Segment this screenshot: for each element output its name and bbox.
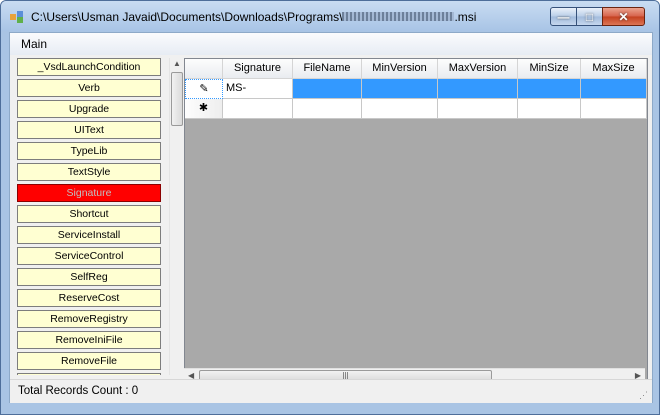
menu-bar: Main (10, 33, 652, 55)
client-area: Main _VsdLaunchCondition Verb Upgrade UITex… (9, 32, 653, 403)
table-button-signature[interactable]: Signature (17, 184, 161, 202)
grid-cell[interactable] (293, 79, 362, 99)
app-window: C:\Users\Usman Javaid\Documents\Download… (0, 0, 660, 415)
minimize-button[interactable]: — (550, 7, 577, 26)
resize-grip-icon[interactable]: ⋰ (639, 390, 649, 400)
table-button-shortcut[interactable]: Shortcut (17, 205, 161, 223)
grid-header-row: Signature FileName MinVersion MaxVersion Min… (185, 59, 647, 79)
close-icon: ✕ (618, 9, 629, 24)
grid-cell-overflow (647, 99, 648, 119)
grid-cell[interactable] (518, 79, 581, 99)
column-header-signature[interactable]: Signature (223, 59, 293, 79)
grid-cell[interactable] (293, 99, 362, 119)
column-header-filename[interactable]: FileName (293, 59, 362, 79)
grid-cell[interactable] (223, 99, 293, 119)
scroll-up-icon[interactable]: ▲ (173, 59, 181, 68)
table-button-vsdlaunchcondition[interactable]: _VsdLaunchCondition (17, 58, 161, 76)
table-button-serviceinstall[interactable]: ServiceInstall (17, 226, 161, 244)
title-extension: .msi (454, 10, 477, 24)
column-header-maxversion[interactable]: MaxVersion (438, 59, 518, 79)
column-header-minsize[interactable]: MinSize (518, 59, 581, 79)
edit-row-icon[interactable]: ✎ (185, 79, 223, 99)
close-button[interactable]: ✕ (602, 7, 645, 26)
table-button-selfreg[interactable]: SelfReg (17, 268, 161, 286)
table-button-removefile[interactable]: RemoveFile (17, 352, 161, 370)
total-records-count: Total Records Count : 0 (18, 385, 139, 397)
grid-corner[interactable] (185, 59, 223, 79)
window-title: C:\Users\Usman Javaid\Documents\Download… (31, 10, 476, 24)
grid-cell[interactable] (581, 79, 647, 99)
app-icon (10, 11, 23, 23)
table-row[interactable]: ✱ (185, 99, 647, 119)
status-bar: Total Records Count : 0 ⋰ (10, 379, 652, 403)
table-button-upgrade[interactable]: Upgrade (17, 100, 161, 118)
grid-cell[interactable] (362, 99, 438, 119)
table-button-uitext[interactable]: UIText (17, 121, 161, 139)
table-button-typelib[interactable]: TypeLib (17, 142, 161, 160)
title-path: C:\Users\Usman Javaid\Documents\Download… (31, 10, 343, 24)
title-bar[interactable]: C:\Users\Usman Javaid\Documents\Download… (1, 1, 659, 31)
table-button-removeregistry[interactable]: RemoveRegistry (17, 310, 161, 328)
grid-cell[interactable] (438, 79, 518, 99)
table-button-servicecontrol[interactable]: ServiceControl (17, 247, 161, 265)
table-row[interactable]: ✎ MS- (185, 79, 647, 99)
grid-cell[interactable] (438, 99, 518, 119)
sidebar-scrollbar[interactable]: ▲ (169, 58, 184, 375)
table-button-verb[interactable]: Verb (17, 79, 161, 97)
table-button-textstyle[interactable]: TextStyle (17, 163, 161, 181)
table-button-next[interactable] (17, 373, 161, 375)
column-header-overflow (647, 59, 648, 79)
menu-main[interactable]: Main (21, 37, 47, 51)
new-row-icon[interactable]: ✱ (185, 99, 223, 119)
column-header-maxsize[interactable]: MaxSize (581, 59, 647, 79)
grid-cell[interactable]: MS- (223, 79, 293, 99)
grid-cell[interactable] (362, 79, 438, 99)
grid-cell[interactable] (581, 99, 647, 119)
table-list: _VsdLaunchCondition Verb Upgrade UIText Type… (15, 58, 168, 375)
sidebar-scroll-thumb[interactable] (171, 72, 183, 126)
maximize-icon: □ (585, 9, 594, 24)
grid-cell[interactable] (518, 99, 581, 119)
table-button-reservecost[interactable]: ReserveCost (17, 289, 161, 307)
blurred-filename (342, 12, 455, 22)
grid-cell-overflow (647, 79, 648, 99)
table-button-removeinifile[interactable]: RemoveIniFile (17, 331, 161, 349)
minimize-icon: — (557, 9, 570, 24)
data-grid: Signature FileName MinVersion MaxVersion Min… (184, 58, 648, 385)
column-header-minversion[interactable]: MinVersion (362, 59, 438, 79)
maximize-button[interactable]: □ (576, 7, 603, 26)
